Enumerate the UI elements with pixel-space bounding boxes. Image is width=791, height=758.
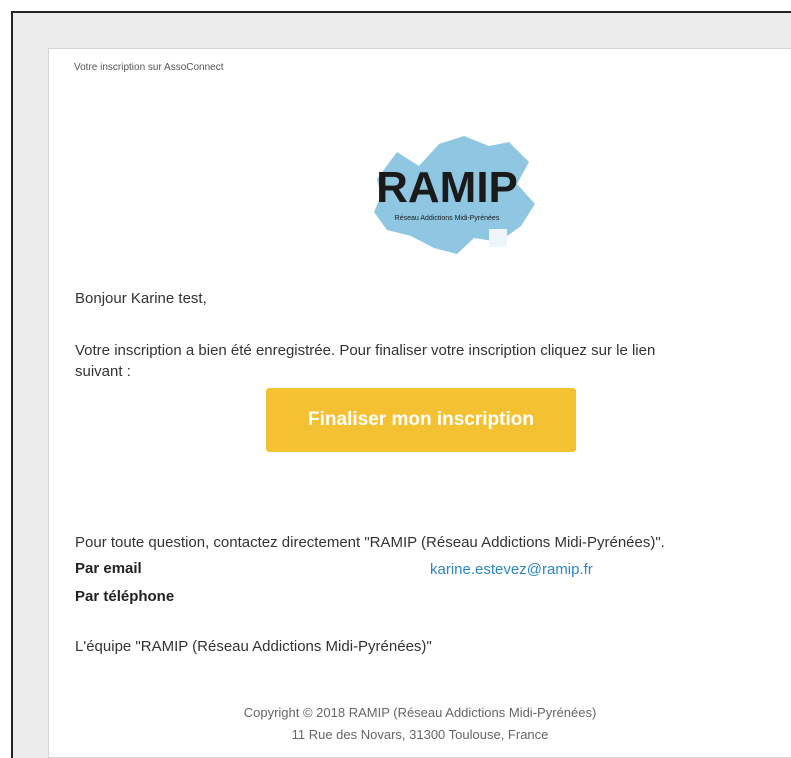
preheader-text: Votre inscription sur AssoConnect	[74, 62, 224, 73]
greeting: Bonjour Karine test,	[75, 290, 207, 307]
signature: L'équipe "RAMIP (Réseau Addictions Midi-…	[75, 638, 432, 655]
email-frame: Votre inscription sur AssoConnect RAMIP …	[11, 11, 791, 758]
ramip-logo: RAMIP Réseau Addictions Midi-Pyrénées	[374, 136, 535, 254]
logo-subtitle: Réseau Addictions Midi-Pyrénées	[395, 215, 500, 222]
copyright-text: Copyright © 2018 RAMIP (Réseau Addiction…	[243, 705, 597, 720]
contact-email-link[interactable]: karine.estevez@ramip.fr	[430, 561, 593, 578]
finalize-registration-button[interactable]: Finaliser mon inscription	[266, 388, 576, 452]
logo-wordmark: RAMIP	[376, 163, 518, 212]
contact-intro: Pour toute question, contactez directeme…	[75, 534, 665, 551]
map-square	[489, 229, 507, 247]
address-text: 11 Rue des Novars, 31300 Toulouse, Franc…	[291, 727, 549, 742]
body-line-2: suivant :	[75, 363, 131, 380]
phone-label: Par téléphone	[75, 588, 175, 605]
body-line-1: Votre inscription a bien été enregistrée…	[75, 342, 656, 359]
email-label: Par email	[75, 560, 142, 577]
email-card: Votre inscription sur AssoConnect RAMIP …	[48, 48, 791, 758]
